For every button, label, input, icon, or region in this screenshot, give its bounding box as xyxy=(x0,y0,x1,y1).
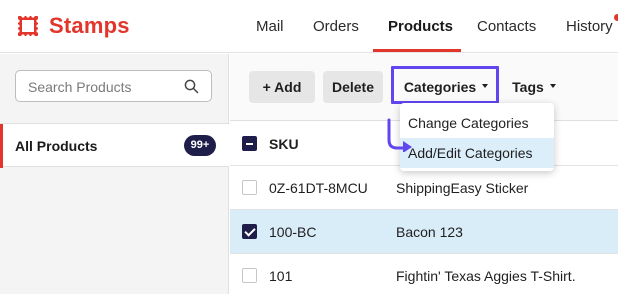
nav-history[interactable]: History xyxy=(566,18,613,35)
select-all-checkbox[interactable] xyxy=(242,136,257,151)
product-name-cell: Fightin' Texas Aggies T-Shirt. xyxy=(396,268,576,284)
stamps-logo[interactable]: Stamps xyxy=(16,13,130,39)
annotation-arrow-icon xyxy=(387,118,412,152)
search-products-input[interactable] xyxy=(28,77,178,97)
delete-button[interactable]: Delete xyxy=(323,71,383,103)
table-row[interactable]: 101 Fightin' Texas Aggies T-Shirt. xyxy=(230,254,618,294)
brand-name: Stamps xyxy=(49,13,130,38)
sidebar-item-all-products[interactable]: All Products 99+ xyxy=(0,123,229,168)
sidebar: All Products 99+ xyxy=(0,54,229,294)
row-checkbox[interactable] xyxy=(242,268,257,283)
tags-button[interactable]: Tags xyxy=(508,71,560,103)
product-count-badge: 99+ xyxy=(184,135,216,156)
menu-item-change-categories[interactable]: Change Categories xyxy=(400,108,554,138)
search-box xyxy=(15,70,212,102)
product-name-cell: Bacon 123 xyxy=(396,224,463,240)
categories-highlight-box xyxy=(391,66,499,104)
all-products-label: All Products xyxy=(15,138,98,154)
row-checkbox[interactable] xyxy=(242,224,257,239)
sku-cell: 101 xyxy=(269,268,293,284)
sku-cell: 0Z-61DT-8MCU xyxy=(269,180,368,196)
active-tab-indicator xyxy=(373,49,461,52)
add-button[interactable]: + Add xyxy=(249,71,315,103)
sku-column-header[interactable]: SKU xyxy=(269,136,299,152)
search-icon[interactable] xyxy=(184,79,199,94)
notification-dot xyxy=(614,14,618,21)
active-item-indicator xyxy=(0,124,3,168)
nav-mail[interactable]: Mail xyxy=(256,18,284,35)
stamp-logo-icon xyxy=(16,14,40,38)
tags-label: Tags xyxy=(512,79,544,95)
row-checkbox[interactable] xyxy=(242,180,257,195)
table-row[interactable]: 100-BC Bacon 123 xyxy=(230,210,618,254)
top-header: Stamps Mail Orders Products Contacts His… xyxy=(0,0,618,53)
nav-orders[interactable]: Orders xyxy=(313,18,359,35)
nav-products[interactable]: Products xyxy=(388,18,453,35)
product-name-cell: ShippingEasy Sticker xyxy=(396,180,529,196)
menu-item-add-edit-categories[interactable]: Add/Edit Categories xyxy=(400,138,554,168)
nav-contacts[interactable]: Contacts xyxy=(477,18,536,35)
table-row[interactable]: 0Z-61DT-8MCU ShippingEasy Sticker xyxy=(230,166,618,210)
categories-dropdown-menu: Change Categories Add/Edit Categories xyxy=(400,103,554,171)
chevron-down-icon xyxy=(549,84,556,89)
sku-cell: 100-BC xyxy=(269,224,317,240)
